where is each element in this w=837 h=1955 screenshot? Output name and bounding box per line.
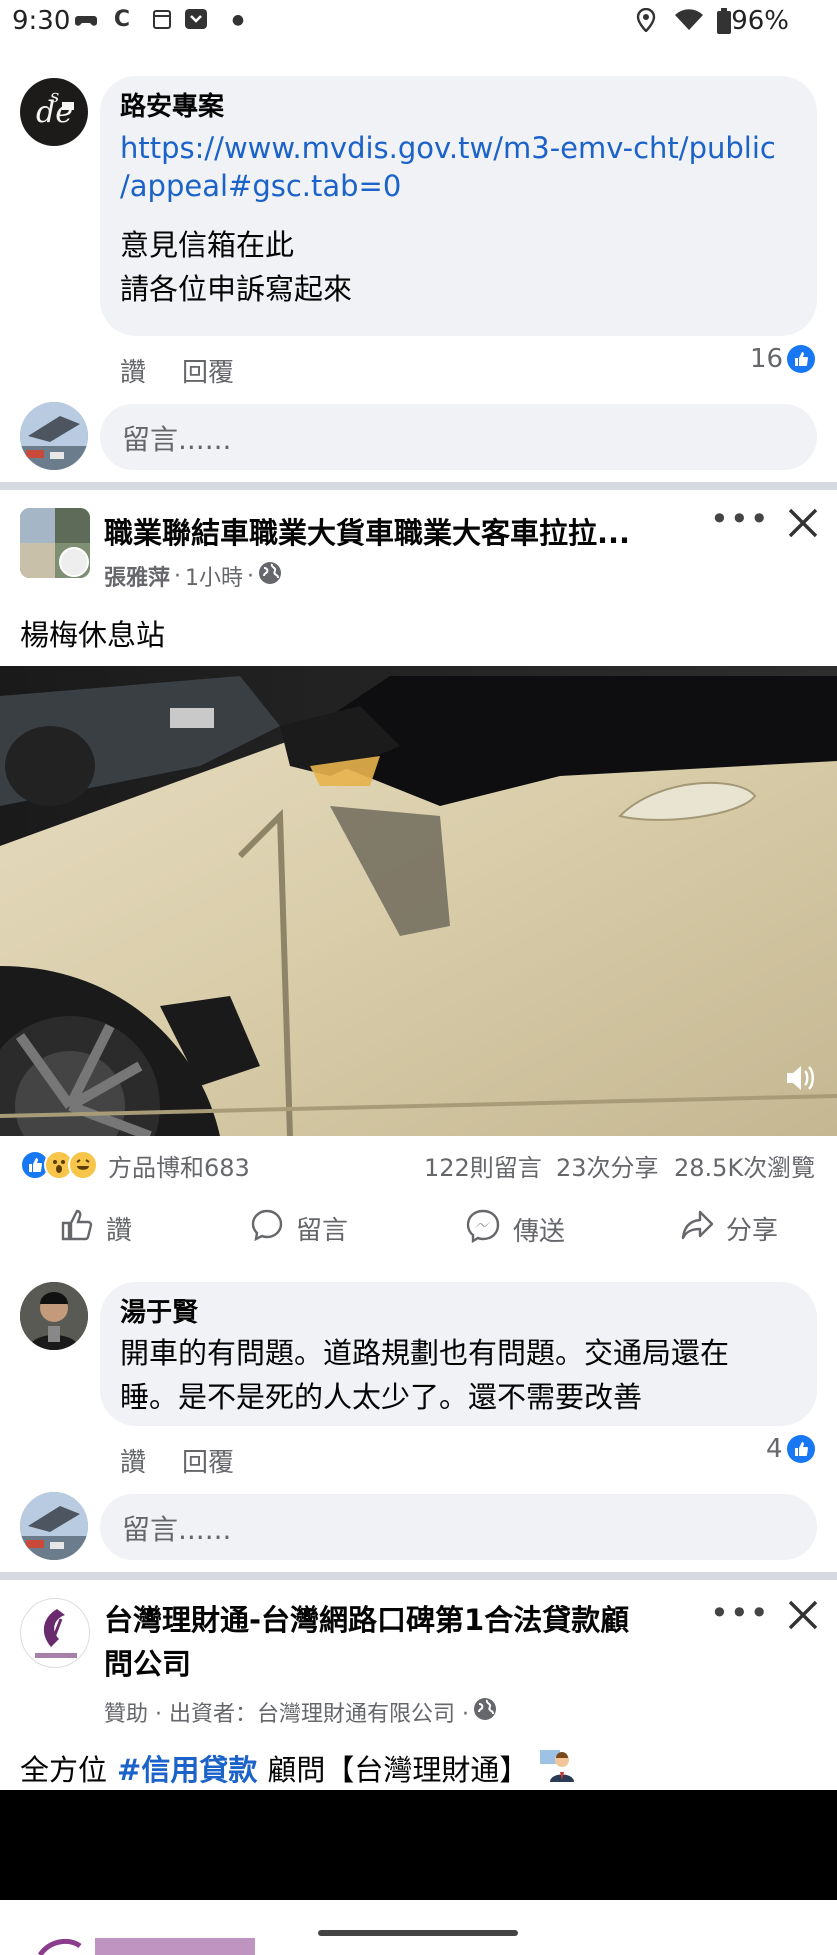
post-actions: 讚 留言 傳送 分享: [0, 1208, 837, 1258]
wifi-icon: [672, 8, 706, 32]
like-button-label: 讚: [106, 1216, 133, 1246]
haha-reaction-icon: [68, 1150, 98, 1180]
advertiser-name[interactable]: 台灣理財通-台灣網路口碑第1合法貸款顧 問公司: [104, 1598, 684, 1686]
comment-like-button[interactable]: 讚: [120, 1442, 146, 1479]
comment-button-label: 留言: [296, 1216, 349, 1246]
send-button-label: 傳送: [513, 1217, 566, 1247]
thumbs-up-icon: [60, 1208, 94, 1249]
post-video[interactable]: [0, 666, 837, 1136]
globe-icon: [473, 1697, 497, 1727]
home-indicator[interactable]: [318, 1930, 518, 1936]
close-icon[interactable]: [786, 1598, 820, 1632]
post-text: 楊梅休息站: [20, 618, 166, 652]
advertiser-logo[interactable]: [20, 1598, 90, 1668]
comment-bubble: 路安專案 https://www.mvdis.gov.tw/m3-emv-cht…: [100, 76, 817, 336]
ad-text-prefix: 全方位: [20, 1752, 108, 1787]
comment-like-count[interactable]: 4: [766, 1434, 815, 1464]
comment-button[interactable]: 留言: [250, 1208, 348, 1249]
share-count[interactable]: 23次分享: [556, 1148, 659, 1183]
messenger-icon: [465, 1208, 501, 1251]
c-app-icon: C: [113, 7, 131, 32]
view-count: 28.5K次瀏覽: [674, 1154, 816, 1182]
share-button[interactable]: 分享: [680, 1208, 778, 1249]
comment-like-count[interactable]: 16: [750, 344, 816, 374]
volume-icon[interactable]: [783, 1060, 819, 1096]
video-frame: [0, 666, 837, 1136]
ad-media-bottom: [0, 1900, 837, 1955]
comment-reply-button[interactable]: 回覆: [182, 1442, 234, 1479]
appeal-link-cont[interactable]: /appeal#gsc.tab=0: [120, 169, 401, 203]
post-separator: [0, 482, 837, 490]
post-author[interactable]: 張雅萍: [104, 560, 170, 592]
businessman-emoji-icon: [538, 1746, 575, 1789]
ad-logo-partial: [37, 1938, 255, 1955]
comment-line: 開車的有問題。道路規劃也有問題。交通局還在: [120, 1336, 730, 1370]
dot-icon: ●: [231, 12, 245, 28]
close-icon[interactable]: [786, 506, 820, 540]
svg-text:s: s: [50, 86, 59, 107]
commenter-avatar[interactable]: [20, 1282, 88, 1350]
group-name[interactable]: 職業聯結車職業大貨車職業大客車拉拉...: [104, 510, 664, 552]
comment-like-button[interactable]: 讚: [120, 352, 146, 389]
commenter-avatar[interactable]: de s: [20, 78, 88, 146]
comment-line: 意見信箱在此: [120, 228, 295, 262]
advertiser-name-line1: 台灣理財通-台灣網路口碑第1合法貸款顧: [104, 1603, 630, 1637]
sponsored-text[interactable]: 贊助 · 出資者：台灣理財通有限公司 ·: [104, 1696, 469, 1728]
comment-line: 請各位申訴寫起來: [120, 272, 353, 306]
game-controller-icon: [74, 8, 98, 32]
ad-text: 全方位 #信用貸款 顧問【台灣理財通】: [20, 1746, 575, 1789]
share-button-label: 分享: [726, 1216, 779, 1246]
more-horizontal-icon[interactable]: •••: [710, 500, 770, 538]
send-button[interactable]: 傳送: [465, 1208, 565, 1251]
post-time[interactable]: 1小時: [185, 560, 243, 592]
comment-bubble: 湯于賢 開車的有問題。道路規劃也有問題。交通局還在 睡。是不是死的人太少了。還不…: [100, 1282, 817, 1426]
like-button[interactable]: 讚: [60, 1208, 132, 1249]
status-time: 9:30: [12, 6, 71, 36]
user-avatar: [20, 1492, 88, 1560]
advertiser-name-line2: 問公司: [104, 1647, 192, 1681]
ad-media[interactable]: [0, 1790, 837, 1900]
globe-icon: [258, 561, 282, 591]
comment-author[interactable]: 路安專案: [120, 86, 797, 123]
like-count-value: 16: [750, 344, 784, 374]
appeal-link[interactable]: https://www.mvdis.gov.tw/m3-emv-cht/publ…: [120, 131, 776, 165]
reaction-icons: [20, 1150, 98, 1180]
location-icon: [634, 7, 658, 33]
comment-reply-button[interactable]: 回覆: [182, 352, 234, 389]
post-separator: [0, 1572, 837, 1580]
comment-input[interactable]: 留言......: [100, 404, 817, 470]
ad-text-suffix: 顧問【台灣理財通】: [267, 1752, 529, 1787]
share-icon: [680, 1208, 714, 1249]
group-avatar[interactable]: [20, 508, 90, 578]
comment-input[interactable]: 留言......: [100, 1494, 817, 1560]
user-avatar: [20, 402, 88, 470]
comment-icon: [250, 1208, 284, 1249]
reactors-text: 方品博和683: [108, 1154, 250, 1182]
like-icon: [786, 1435, 815, 1463]
comment-count[interactable]: 122則留言: [424, 1148, 542, 1183]
hashtag-link[interactable]: #信用貸款: [117, 1747, 257, 1789]
battery-percent: 96%: [731, 6, 789, 36]
like-count-value: 4: [766, 1434, 783, 1464]
more-horizontal-icon[interactable]: •••: [710, 1594, 770, 1632]
calendar-icon: [150, 8, 174, 32]
like-icon: [787, 345, 816, 373]
reactions-summary[interactable]: 方品博和683 122則留言 23次分享 28.5K次瀏覽: [20, 1148, 820, 1184]
pocket-icon: [184, 8, 208, 32]
post-meta: 張雅萍 · 1小時 ·: [104, 560, 282, 592]
comment-line: 睡。是不是死的人太少了。還不需要改善: [120, 1380, 643, 1414]
sponsored-meta: 贊助 · 出資者：台灣理財通有限公司 ·: [104, 1696, 497, 1728]
comment-author[interactable]: 湯于賢: [120, 1292, 797, 1329]
battery-icon: [716, 8, 732, 34]
status-bar: 9:30 C ● 96%: [0, 0, 837, 44]
